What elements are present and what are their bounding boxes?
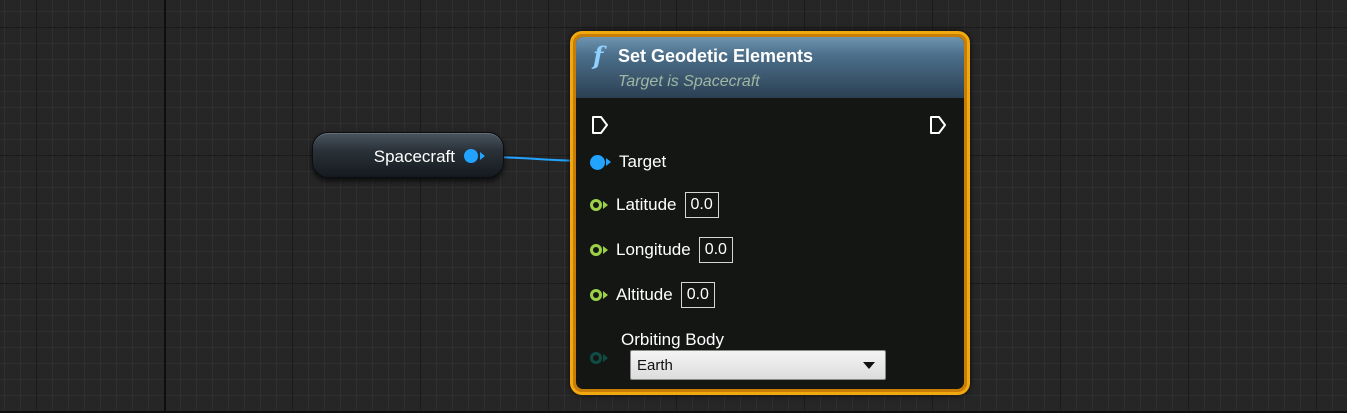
pin-arrow-icon bbox=[603, 246, 608, 254]
variable-label: Spacecraft bbox=[373, 147, 455, 166]
orbiting-body-dropdown[interactable]: Earth bbox=[630, 350, 886, 380]
latitude-label: Latitude bbox=[616, 195, 677, 214]
node-header[interactable]: f Set Geodetic Elements Target is Spacec… bbox=[576, 37, 964, 98]
node-body: f Set Geodetic Elements Target is Spacec… bbox=[576, 37, 964, 389]
pin-arrow-icon bbox=[603, 291, 608, 299]
function-icon: f bbox=[593, 41, 604, 70]
spacecraft-variable-node[interactable]: Spacecraft bbox=[312, 132, 504, 178]
pin-arrow-icon bbox=[603, 201, 608, 209]
longitude-pin-icon[interactable] bbox=[590, 244, 602, 256]
exec-input-pin-icon[interactable] bbox=[591, 115, 609, 135]
pin-arrow-icon bbox=[606, 158, 611, 166]
pin-arrow-icon bbox=[603, 354, 608, 362]
spacecraft-output-pin[interactable] bbox=[464, 149, 485, 163]
latitude-value-input[interactable]: 0.0 bbox=[684, 192, 719, 218]
longitude-value-input[interactable]: 0.0 bbox=[698, 237, 733, 263]
latitude-pin-row: Latitude 0.0 bbox=[590, 192, 719, 218]
target-label: Target bbox=[619, 152, 667, 171]
longitude-label: Longitude bbox=[616, 240, 691, 259]
orbiting-body-selected-value: Earth bbox=[637, 357, 673, 374]
longitude-pin-row: Longitude 0.0 bbox=[590, 237, 733, 263]
chevron-down-icon bbox=[863, 362, 875, 369]
orbiting-body-pin-icon[interactable] bbox=[590, 352, 602, 364]
altitude-pin-row: Altitude 0.0 bbox=[590, 282, 715, 308]
latitude-pin-icon[interactable] bbox=[590, 199, 602, 211]
altitude-value-input[interactable]: 0.0 bbox=[680, 282, 715, 308]
orbiting-body-pin-row bbox=[590, 348, 608, 368]
node-title: Set Geodetic Elements bbox=[618, 46, 814, 66]
exec-output-pin-icon[interactable] bbox=[929, 115, 947, 135]
target-pin-icon[interactable] bbox=[590, 154, 605, 170]
altitude-pin-icon[interactable] bbox=[590, 289, 602, 301]
orbiting-body-label: Orbiting Body bbox=[621, 330, 724, 349]
node-subtitle: Target is Spacecraft bbox=[618, 73, 760, 90]
altitude-label: Altitude bbox=[616, 285, 673, 304]
set-geodetic-elements-node[interactable]: f Set Geodetic Elements Target is Spacec… bbox=[570, 31, 970, 395]
target-pin-row: Target bbox=[590, 149, 666, 175]
